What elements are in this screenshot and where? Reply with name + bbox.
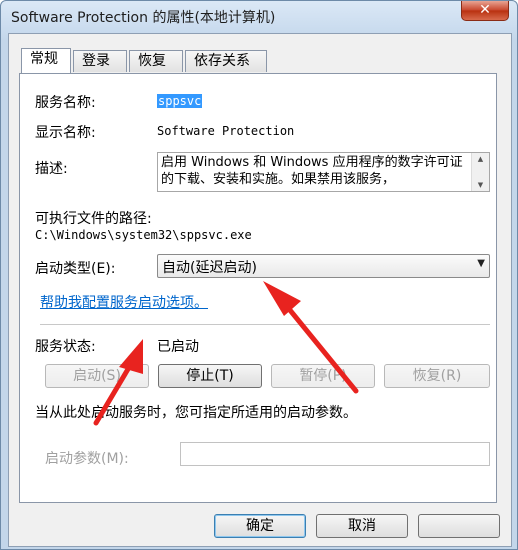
executable-path-value[interactable]: C:\Windows\system32\sppsvc.exe xyxy=(35,228,252,242)
tab-general[interactable]: 常规 xyxy=(21,48,71,73)
startup-type-value: 自动(延迟启动) xyxy=(162,260,257,276)
dialog-client: 常规 登录 恢复 依存关系 服务名称: sppsvc 显示名称: Softwar… xyxy=(8,33,512,547)
title-bar[interactable]: Software Protection 的属性(本地计算机) ✕ xyxy=(1,1,517,33)
window-title: Software Protection 的属性(本地计算机) xyxy=(11,10,276,26)
pause-button[interactable]: 暂停(P) xyxy=(271,364,375,388)
description-scrollbar[interactable]: ▲ ▼ xyxy=(471,153,489,191)
tab-logon[interactable]: 登录 xyxy=(73,50,127,72)
apply-button[interactable] xyxy=(418,514,500,538)
service-name-value[interactable]: sppsvc xyxy=(157,94,203,108)
close-button[interactable]: ✕ xyxy=(461,1,509,21)
chevron-down-icon: ▼ xyxy=(477,258,485,269)
description-text: 启用 Windows 和 Windows 应用程序的数字许可证的下载、安装和实施… xyxy=(161,155,463,187)
scroll-up-icon[interactable]: ▲ xyxy=(472,153,489,165)
cancel-button[interactable]: 取消 xyxy=(316,514,408,538)
start-params-input[interactable] xyxy=(180,442,490,466)
service-name-selected-text: sppsvc xyxy=(157,94,203,108)
general-tab-panel: 服务名称: sppsvc 显示名称: Software Protection 描… xyxy=(19,73,497,503)
description-box[interactable]: 启用 Windows 和 Windows 应用程序的数字许可证的下载、安装和实施… xyxy=(157,152,490,192)
display-name-value[interactable]: Software Protection xyxy=(157,124,294,138)
service-name-label: 服务名称: xyxy=(35,95,96,111)
start-params-label: 启动参数(M): xyxy=(45,451,129,467)
divider xyxy=(40,324,490,325)
stop-button[interactable]: 停止(T) xyxy=(158,364,262,388)
tab-recovery[interactable]: 恢复 xyxy=(129,50,183,72)
properties-dialog: Software Protection 的属性(本地计算机) ✕ 常规 登录 恢… xyxy=(0,0,518,550)
display-name-label: 显示名称: xyxy=(35,125,96,141)
executable-path-label: 可执行文件的路径: xyxy=(35,211,152,227)
help-configure-link[interactable]: 帮助我配置服务启动选项。 xyxy=(40,292,208,312)
scroll-down-icon[interactable]: ▼ xyxy=(472,179,489,191)
service-status-label: 服务状态: xyxy=(35,339,96,355)
start-button[interactable]: 启动(S) xyxy=(45,364,149,388)
start-params-hint: 当从此处启动服务时，您可指定所适用的启动参数。 xyxy=(35,405,357,421)
description-label: 描述: xyxy=(35,161,68,177)
service-status-value: 已启动 xyxy=(157,339,199,355)
startup-type-label: 启动类型(E): xyxy=(35,261,116,277)
tab-dependencies[interactable]: 依存关系 xyxy=(185,50,267,72)
ok-button[interactable]: 确定 xyxy=(214,514,306,538)
resume-button[interactable]: 恢复(R) xyxy=(384,364,490,388)
close-icon: ✕ xyxy=(479,2,491,18)
startup-type-dropdown[interactable]: 自动(延迟启动) ▼ xyxy=(157,254,490,278)
